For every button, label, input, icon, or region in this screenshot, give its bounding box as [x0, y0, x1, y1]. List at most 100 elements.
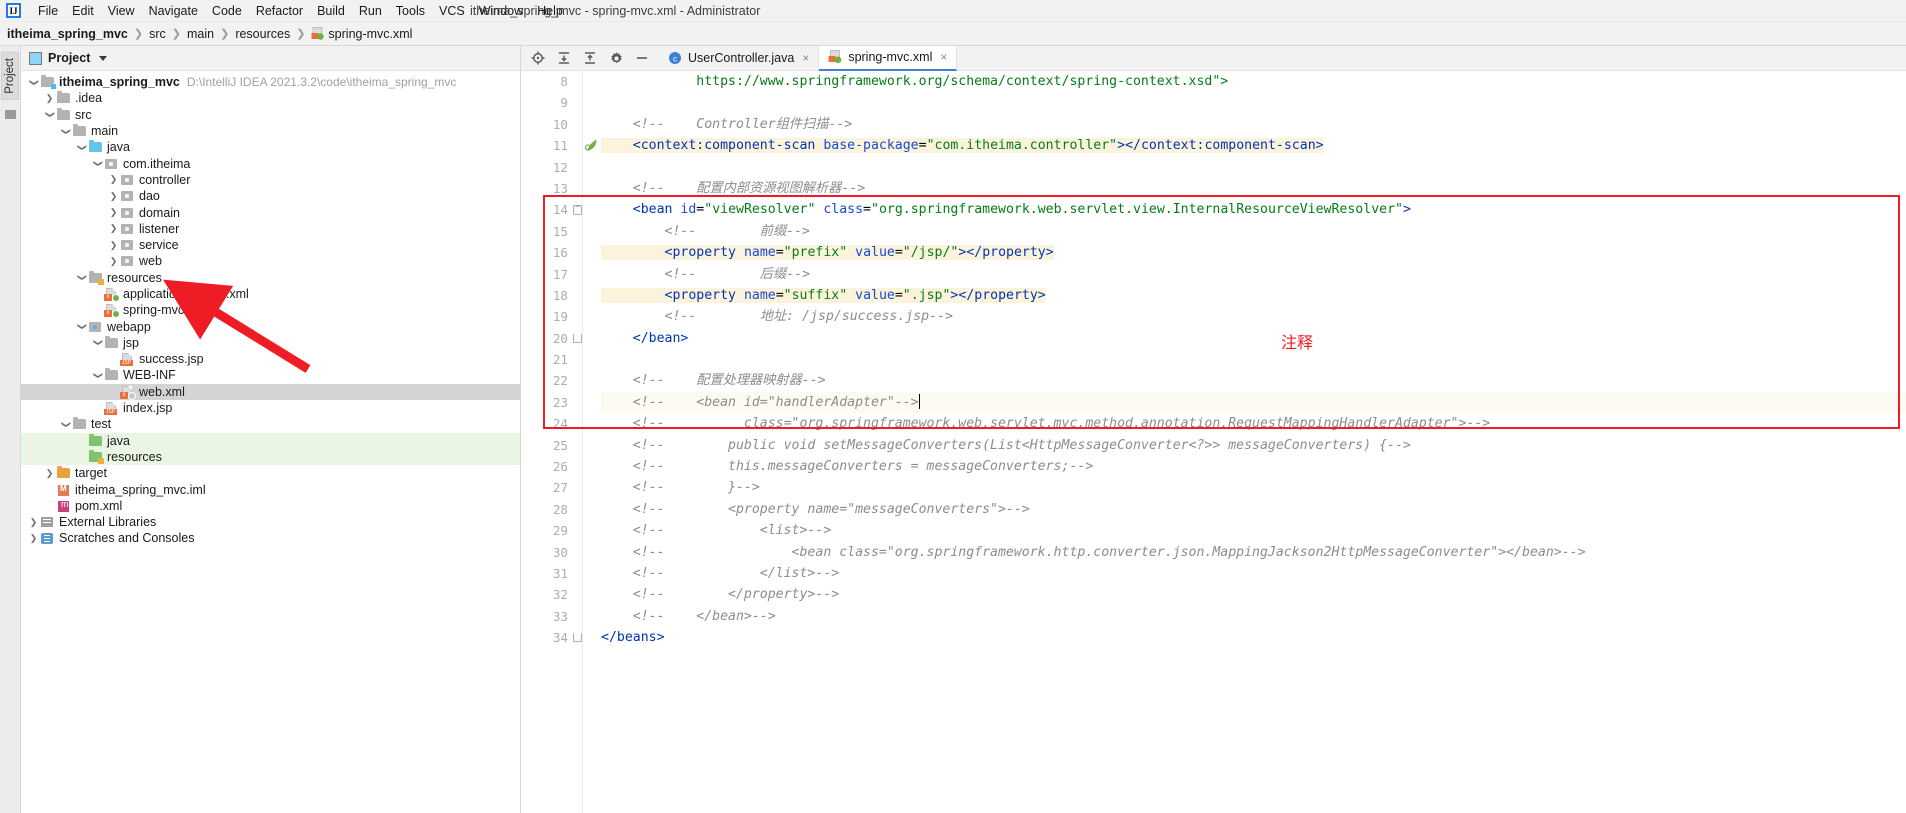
gutter-line-28[interactable]: 28 [521, 499, 582, 520]
code-line-21[interactable] [601, 349, 1906, 370]
gutter-line-24[interactable]: 24 [521, 413, 582, 434]
tree-node-pom.xml[interactable]: pom.xml [21, 498, 520, 514]
tree-node-domain[interactable]: domain [21, 204, 520, 220]
editor-tab-usercontroller-java[interactable]: c UserController.java × [659, 45, 820, 71]
code-editor[interactable]: https://www.springframework.org/schema/c… [583, 71, 1906, 813]
breadcrumb-item-itheima-spring-mvc[interactable]: itheima_spring_mvc [7, 27, 128, 41]
menu-vcs[interactable]: VCS [432, 2, 472, 20]
gutter-line-15[interactable]: 15 [521, 221, 582, 242]
chevron-right-icon[interactable] [107, 174, 120, 185]
tree-node-jsp[interactable]: jsp [21, 335, 520, 351]
editor-tab-spring-mvc-xml[interactable]: spring-mvc.xml × [819, 45, 958, 71]
chevron-right-icon[interactable] [107, 207, 120, 218]
tree-node-src[interactable]: src [21, 107, 520, 123]
code-line-15[interactable]: <!-- 前缀--> [601, 221, 1906, 242]
gutter-line-31[interactable]: 31 [521, 563, 582, 584]
gutter-line-33[interactable]: 33 [521, 606, 582, 627]
code-line-27[interactable]: <!-- }--> [601, 477, 1906, 498]
gutter-line-8[interactable]: 8 [521, 71, 582, 92]
code-line-12[interactable] [601, 157, 1906, 178]
gutter-line-18[interactable]: 18 [521, 285, 582, 306]
code-line-19[interactable]: <!-- 地址: /jsp/success.jsp--> [601, 306, 1906, 327]
chevron-right-icon[interactable] [27, 517, 40, 528]
breadcrumb-item-resources[interactable]: resources [235, 27, 290, 41]
hide-icon[interactable] [635, 51, 649, 65]
menu-navigate[interactable]: Navigate [142, 2, 205, 20]
gutter-line-10[interactable]: 10 [521, 114, 582, 135]
tree-node-com.itheima[interactable]: com.itheima [21, 155, 520, 171]
chevron-down-icon[interactable] [91, 337, 104, 348]
code-line-17[interactable]: <!-- 后缀--> [601, 264, 1906, 285]
gutter-line-19[interactable]: 19 [521, 306, 582, 327]
code-line-29[interactable]: <!-- <list>--> [601, 520, 1906, 541]
tree-node-dao[interactable]: dao [21, 188, 520, 204]
menu-refactor[interactable]: Refactor [249, 2, 310, 20]
gutter-line-30[interactable]: 30 [521, 542, 582, 563]
menu-build[interactable]: Build [310, 2, 352, 20]
chevron-down-icon[interactable] [59, 419, 72, 430]
tree-node-scratches-and-consoles[interactable]: Scratches and Consoles [21, 530, 520, 546]
chevron-right-icon[interactable] [107, 191, 120, 202]
tree-node-main[interactable]: main [21, 123, 520, 139]
code-line-33[interactable]: <!-- </bean>--> [601, 606, 1906, 627]
project-tree[interactable]: itheima_spring_mvc D:\IntelliJ IDEA 2021.… [21, 71, 520, 813]
code-line-16[interactable]: <property name="prefix" value="/jsp/"></… [601, 242, 1906, 263]
gutter-line-20[interactable]: 20 [521, 328, 582, 349]
menu-edit[interactable]: Edit [65, 2, 101, 20]
collapse-all-icon[interactable] [583, 51, 597, 65]
code-line-11[interactable]: <context:component-scan base-package="co… [601, 135, 1906, 156]
chevron-right-icon[interactable] [107, 256, 120, 267]
chevron-down-icon[interactable] [91, 370, 104, 381]
gutter-line-9[interactable]: 9 [521, 92, 582, 113]
tree-node-project-root[interactable]: itheima_spring_mvc D:\IntelliJ IDEA 2021.… [21, 74, 520, 90]
tree-node-success.jsp[interactable]: JSP success.jsp [21, 351, 520, 367]
code-line-24[interactable]: <!-- class="org.springframework.web.serv… [601, 413, 1906, 434]
code-line-25[interactable]: <!-- public void setMessageConverters(Li… [601, 435, 1906, 456]
tree-node-spring-mvc.xml[interactable]: x spring-mvc.xml [21, 302, 520, 319]
gutter-line-27[interactable]: 27 [521, 477, 582, 498]
gutter-line-29[interactable]: 29 [521, 520, 582, 541]
close-icon[interactable]: × [940, 50, 947, 64]
gutter-line-11[interactable]: 11 [521, 135, 597, 156]
tree-node-webapp[interactable]: webapp [21, 318, 520, 334]
gutter-line-26[interactable]: 26 [521, 456, 582, 477]
tree-node-target[interactable]: target [21, 465, 520, 481]
gutter-line-16[interactable]: 16 [521, 242, 582, 263]
gutter-line-34[interactable]: 34 [521, 627, 582, 648]
code-line-9[interactable] [601, 92, 1906, 113]
gutter-line-21[interactable]: 21 [521, 349, 582, 370]
tree-node-web.xml[interactable]: x web.xml [21, 383, 520, 400]
chevron-down-icon[interactable] [99, 55, 108, 61]
chevron-down-icon[interactable] [27, 77, 40, 88]
gutter-line-32[interactable]: 32 [521, 584, 582, 605]
chevron-down-icon[interactable] [75, 272, 88, 283]
code-line-28[interactable]: <!-- <property name="messageConverters">… [601, 499, 1906, 520]
editor-gutter[interactable]: 8 9 10 11 12 13 14 15 16 17 18 19 20 21 22 23 24 25 26 27 28… [521, 71, 597, 813]
tree-node-listener[interactable]: listener [21, 221, 520, 237]
tree-node-test[interactable]: test [21, 416, 520, 432]
gutter-line-25[interactable]: 25 [521, 435, 582, 456]
expand-all-icon[interactable] [557, 51, 571, 65]
chevron-right-icon[interactable] [107, 240, 120, 251]
gutter-line-23[interactable]: 23 [521, 392, 582, 413]
code-line-26[interactable]: <!-- this.messageConverters = messageCon… [601, 456, 1906, 477]
code-line-34[interactable]: </beans> [601, 627, 1906, 648]
fold-end-marker-icon[interactable] [573, 333, 582, 343]
locate-icon[interactable] [531, 51, 545, 65]
menu-code[interactable]: Code [205, 2, 249, 20]
chevron-down-icon[interactable] [75, 321, 88, 332]
tree-node-java[interactable]: java [21, 432, 520, 449]
code-line-31[interactable]: <!-- </list>--> [601, 563, 1906, 584]
tool-window-button-project[interactable]: Project [1, 52, 19, 100]
tree-node-index.jsp[interactable]: JSP index.jsp [21, 400, 520, 416]
code-line-32[interactable]: <!-- </property>--> [601, 584, 1906, 605]
menu-run[interactable]: Run [352, 2, 389, 20]
code-line-18[interactable]: <property name="suffix" value=".jsp"></p… [601, 285, 1906, 306]
tree-node-itheima-spring-mvc.iml[interactable]: itheima_spring_mvc.iml [21, 481, 520, 497]
code-line-14[interactable]: <bean id="viewResolver" class="org.sprin… [601, 199, 1906, 220]
code-line-23[interactable]: <!-- <bean id="handlerAdapter"--> [601, 391, 1906, 414]
close-icon[interactable]: × [802, 51, 809, 65]
menu-tools[interactable]: Tools [389, 2, 432, 20]
tree-node-controller[interactable]: controller [21, 172, 520, 188]
tree-node-.idea[interactable]: .idea [21, 90, 520, 106]
